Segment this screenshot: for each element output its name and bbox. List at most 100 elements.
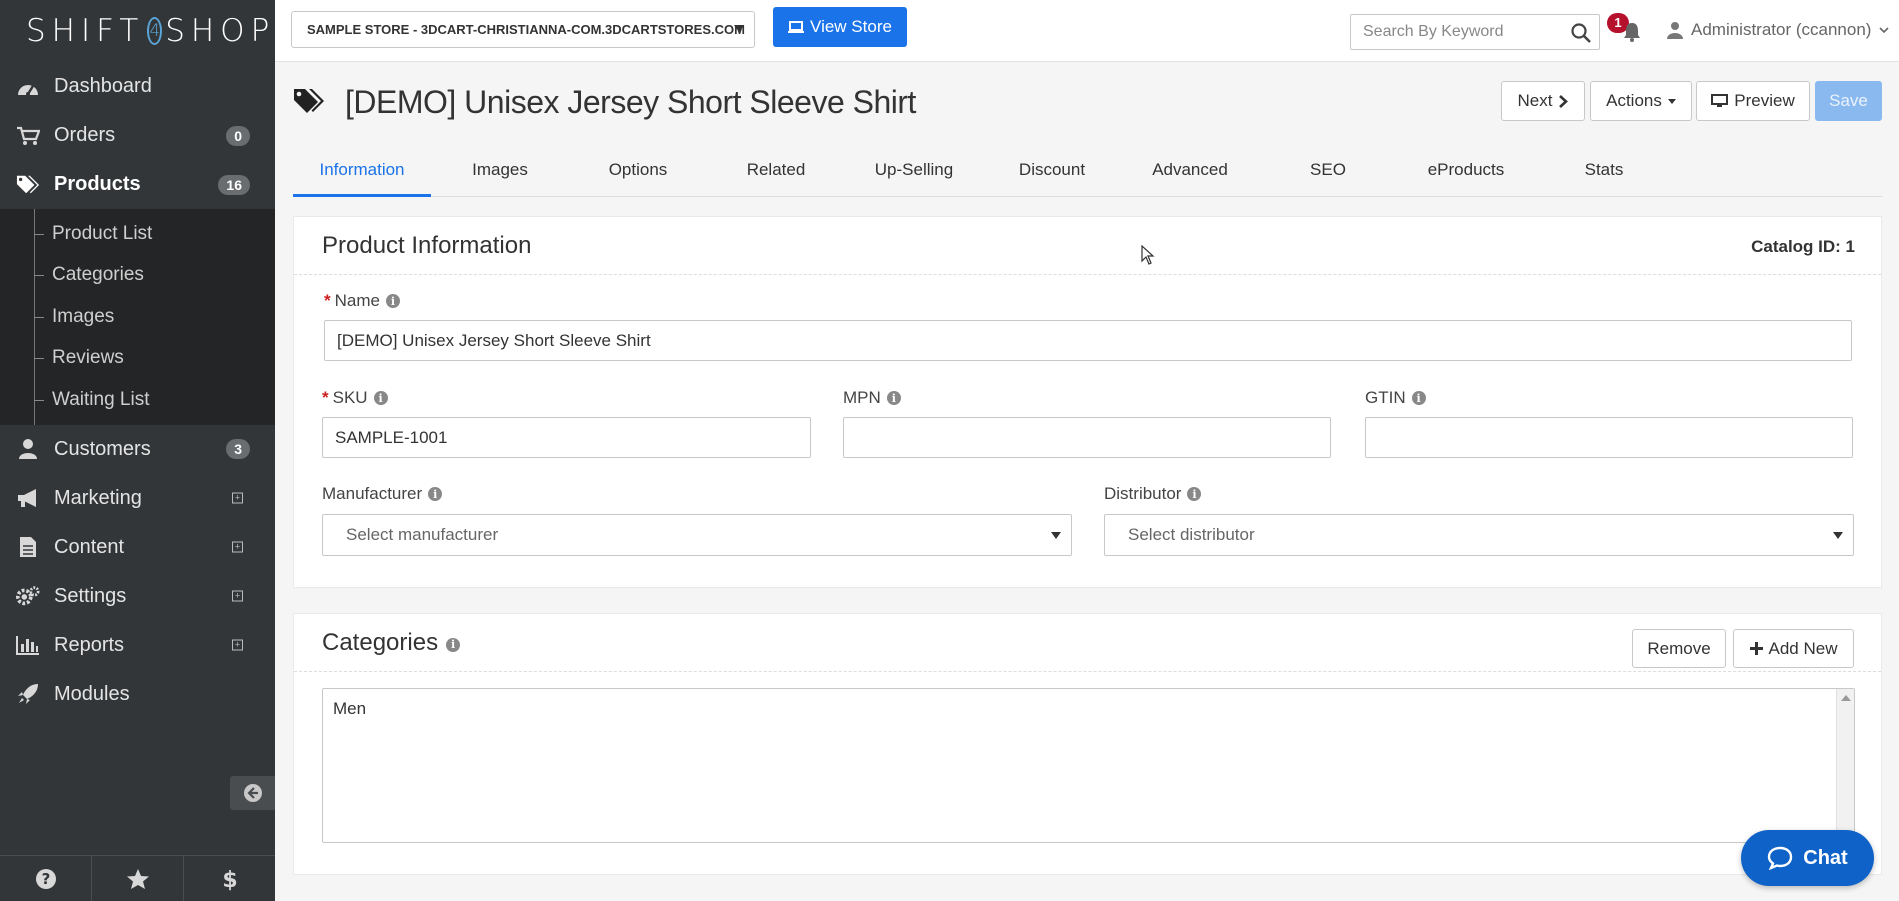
submenu-item-waiting-list[interactable]: Waiting List [0, 379, 275, 421]
arrow-left-circle-icon [243, 784, 262, 802]
preview-button[interactable]: Preview [1696, 81, 1810, 121]
actions-button[interactable]: Actions [1590, 81, 1692, 121]
caret-down-icon [1051, 532, 1061, 539]
submenu-item-reviews[interactable]: Reviews [0, 338, 275, 380]
save-button[interactable]: Save [1815, 81, 1882, 121]
sidebar-item-marketing[interactable]: Marketing + [0, 474, 275, 523]
view-store-label: View Store [810, 17, 892, 36]
top-bar: SAMPLE STORE - 3DCART-CHRISTIANNA-COM.3D… [275, 0, 1899, 62]
scroll-up-icon[interactable] [1841, 695, 1851, 701]
sidebar-item-products[interactable]: Products 16 [0, 160, 275, 209]
tab-advanced[interactable]: Advanced [1121, 150, 1259, 196]
actions-label: Actions [1606, 91, 1662, 110]
add-category-button[interactable]: Add New [1733, 629, 1854, 668]
search-input[interactable] [1351, 15, 1561, 49]
favorites-button[interactable] [92, 856, 184, 901]
mpn-label: MPN i [843, 388, 901, 408]
sku-label: * SKU i [322, 388, 388, 408]
save-label: Save [1829, 91, 1868, 110]
sidebar-item-orders[interactable]: Orders 0 [0, 111, 275, 160]
store-selector-value: SAMPLE STORE - 3DCART-CHRISTIANNA-COM.3D… [307, 22, 745, 37]
laptop-icon [788, 20, 805, 33]
tab-eproducts[interactable]: eProducts [1397, 150, 1535, 196]
product-information-panel: Product Information Catalog ID: 1 * Name… [293, 216, 1882, 588]
mpn-field[interactable] [843, 417, 1331, 458]
sidebar-item-settings[interactable]: Settings + [0, 572, 275, 621]
tab-discount[interactable]: Discount [983, 150, 1121, 196]
info-icon[interactable]: i [446, 637, 461, 652]
mouse-cursor [1141, 244, 1155, 270]
caret-down-icon [1833, 532, 1843, 539]
info-icon[interactable]: i [1411, 391, 1426, 405]
product-tabs: Information Images Options Related Up-Se… [293, 150, 1882, 197]
tab-stats[interactable]: Stats [1535, 150, 1673, 196]
expand-icon[interactable]: + [232, 541, 243, 553]
submenu-item-product-list[interactable]: Product List [0, 213, 275, 255]
expand-icon[interactable]: + [232, 590, 243, 602]
tab-seo[interactable]: SEO [1259, 150, 1397, 196]
help-button[interactable]: ? [0, 856, 92, 901]
info-icon[interactable]: i [1187, 487, 1202, 501]
admin-menu[interactable]: Administrator (ccannon) [1667, 20, 1890, 40]
admin-label: Administrator (ccannon) [1691, 20, 1872, 39]
next-button[interactable]: Next [1501, 81, 1585, 121]
chat-button[interactable]: Chat [1741, 830, 1874, 886]
distributor-placeholder: Select distributor [1128, 525, 1255, 544]
sku-field[interactable] [322, 417, 811, 458]
remove-label: Remove [1647, 638, 1711, 658]
required-marker: * [322, 388, 329, 407]
distributor-select[interactable]: Select distributor [1104, 514, 1854, 556]
sidebar-item-dashboard[interactable]: Dashboard [0, 62, 275, 111]
list-item[interactable]: Men [333, 699, 366, 719]
caret-down-icon [734, 25, 744, 32]
help-icon: ? [35, 868, 56, 889]
search-box [1350, 14, 1600, 50]
sidebar-item-content[interactable]: Content + [0, 523, 275, 572]
remove-category-button[interactable]: Remove [1632, 629, 1726, 668]
billing-button[interactable]: $ [184, 856, 275, 901]
tab-options[interactable]: Options [569, 150, 707, 196]
sidebar: SHIFT 4 SHOP Dashboard Orders 0 Products 1… [0, 0, 275, 901]
sidebar-item-label: Reports [54, 633, 125, 656]
tab-images[interactable]: Images [431, 150, 569, 196]
dashboard-icon [16, 75, 40, 99]
info-icon[interactable]: i [385, 294, 400, 308]
user-icon [1667, 22, 1683, 39]
sidebar-item-label: Orders [54, 124, 116, 146]
svg-text:$: $ [222, 868, 237, 891]
expand-icon[interactable]: + [232, 639, 243, 651]
category-list[interactable]: Men [322, 688, 1855, 843]
gtin-field[interactable] [1365, 417, 1853, 458]
info-icon[interactable]: i [886, 391, 901, 405]
panel-header: Product Information Catalog ID: 1 [294, 217, 1881, 275]
logo-text-left: SHIFT [26, 13, 145, 49]
name-field[interactable] [324, 320, 1852, 361]
sidebar-item-reports[interactable]: Reports + [0, 621, 275, 670]
view-store-button[interactable]: View Store [773, 7, 907, 47]
tab-up-selling[interactable]: Up-Selling [845, 150, 983, 196]
info-icon[interactable]: i [428, 487, 443, 501]
page-title: [DEMO] Unisex Jersey Short Sleeve Shirt [345, 83, 916, 120]
sidebar-item-modules[interactable]: Modules [0, 670, 275, 719]
sidebar-item-label: Customers [54, 437, 151, 460]
collapse-sidebar-button[interactable] [230, 776, 275, 810]
expand-icon[interactable]: + [232, 492, 243, 504]
manufacturer-select[interactable]: Select manufacturer [322, 514, 1072, 556]
search-icon[interactable] [1571, 23, 1591, 48]
store-selector[interactable]: SAMPLE STORE - 3DCART-CHRISTIANNA-COM.3D… [291, 11, 755, 48]
tab-related[interactable]: Related [707, 150, 845, 196]
required-marker: * [324, 291, 331, 310]
shift4shop-logo[interactable]: SHIFT 4 SHOP [0, 0, 275, 62]
info-icon[interactable]: i [373, 391, 388, 405]
tags-icon [16, 173, 40, 197]
tab-information[interactable]: Information [293, 150, 431, 197]
submenu-item-categories[interactable]: Categories [0, 255, 275, 297]
manufacturer-label: Manufacturer i [322, 484, 443, 504]
sidebar-item-customers[interactable]: Customers 3 [0, 425, 275, 474]
notifications-button[interactable]: 1 [1607, 13, 1641, 46]
logo-digit: 4 [147, 17, 163, 45]
submenu-item-images[interactable]: Images [0, 296, 275, 338]
scrollbar[interactable] [1836, 689, 1854, 842]
sidebar-footer: ? $ [0, 855, 275, 901]
gtin-label: GTIN i [1365, 388, 1426, 408]
